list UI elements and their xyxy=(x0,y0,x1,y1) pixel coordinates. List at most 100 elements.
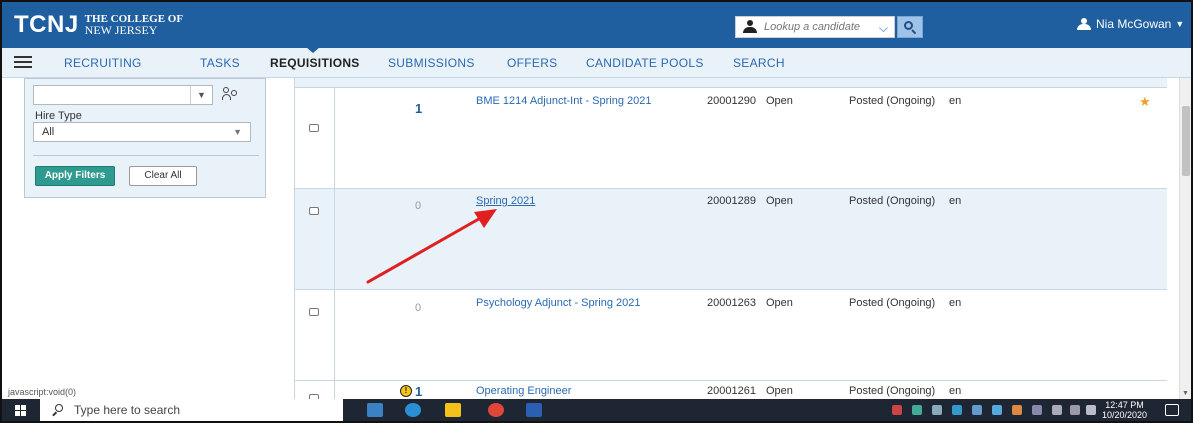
annotation-arrow xyxy=(366,209,497,284)
posting-status: Posted (Ongoing) xyxy=(849,195,936,207)
tab-offers[interactable]: OFFERS xyxy=(507,56,557,70)
language: en xyxy=(949,95,962,107)
recruiter-select[interactable]: ▼ xyxy=(33,85,213,105)
volume-icon[interactable] xyxy=(1086,405,1096,415)
windows-start-icon[interactable] xyxy=(15,405,26,416)
search-icon xyxy=(52,404,64,417)
tray-app-icon[interactable] xyxy=(972,405,982,415)
tab-candidate-pools[interactable]: CANDIDATE POOLS xyxy=(586,56,704,70)
tab-tasks[interactable]: TASKS xyxy=(200,56,240,70)
wifi-icon[interactable] xyxy=(1070,405,1080,415)
language: en xyxy=(949,297,962,309)
clock-time: 12:47 PM xyxy=(1105,400,1144,410)
top-header: TCNJ THE COLLEGE OF NEW JERSEY ⌵ Nia McG… xyxy=(2,2,1191,48)
tab-submissions[interactable]: SUBMISSIONS xyxy=(388,56,475,70)
scroll-down-arrow-icon[interactable]: ▼ xyxy=(1182,390,1189,397)
language: en xyxy=(949,385,962,397)
warning-icon: ! xyxy=(400,385,412,397)
file-explorer-icon[interactable] xyxy=(367,403,383,417)
requisition-id: 20001290 xyxy=(707,95,756,107)
search-button[interactable] xyxy=(897,16,923,38)
hire-type-select[interactable]: All ▼ xyxy=(33,122,251,142)
candidate-search-input[interactable] xyxy=(764,21,874,33)
posting-status: Posted (Ongoing) xyxy=(849,385,936,397)
posting-status: Posted (Ongoing) xyxy=(849,297,936,309)
user-menu[interactable]: Nia McGowan ▼ xyxy=(1077,17,1184,31)
table-header-band xyxy=(295,78,1167,88)
requisition-id: 20001261 xyxy=(707,385,756,397)
checkbox-cell xyxy=(295,88,335,188)
taskbar-search[interactable]: Type here to search xyxy=(40,399,343,421)
logo-main-text: TCNJ xyxy=(14,11,79,38)
requisition-status: Open xyxy=(766,195,793,207)
hire-type-value: All xyxy=(42,126,55,138)
tray-app-icon[interactable] xyxy=(992,405,1002,415)
active-tab-pointer xyxy=(306,47,320,53)
checkbox-cell xyxy=(295,290,335,380)
logo-sub-text: THE COLLEGE OF NEW JERSEY xyxy=(84,14,183,37)
tcnj-logo[interactable]: TCNJ THE COLLEGE OF NEW JERSEY xyxy=(14,10,183,40)
tray-app-icon[interactable] xyxy=(952,405,962,415)
caret-down-icon: ▼ xyxy=(1175,19,1185,29)
hamburger-menu-icon[interactable] xyxy=(14,56,32,68)
row-checkbox[interactable] xyxy=(309,308,319,316)
scrollbar-thumb[interactable] xyxy=(1182,106,1190,176)
notification-icon[interactable] xyxy=(1165,404,1179,416)
clock-date: 10/20/2020 xyxy=(1102,410,1148,420)
windows-taskbar: Type here to search 12:47 PM 10/20/2020 xyxy=(2,399,1191,421)
battery-icon[interactable] xyxy=(1052,405,1062,415)
sticky-notes-icon[interactable] xyxy=(445,403,461,417)
requisition-title-link[interactable]: Operating Engineer xyxy=(476,385,571,397)
table-row[interactable]: 1 BME 1214 Adjunct-Int - Spring 2021 200… xyxy=(295,88,1167,189)
status-bar-url: javascript:void(0) xyxy=(8,387,77,397)
requisition-title-link[interactable]: Psychology Adjunct - Spring 2021 xyxy=(476,297,641,309)
posting-status: Posted (Ongoing) xyxy=(849,95,936,107)
clear-all-button[interactable]: Clear All xyxy=(129,166,197,186)
row-checkbox[interactable] xyxy=(309,124,319,132)
tray-app-icon[interactable] xyxy=(932,405,942,415)
taskbar-clock[interactable]: 12:47 PM 10/20/2020 xyxy=(1102,400,1147,420)
chevron-down-icon: ▼ xyxy=(233,127,242,137)
table-row[interactable]: 0 Psychology Adjunct - Spring 2021 20001… xyxy=(295,290,1167,381)
tray-app-icon[interactable] xyxy=(1012,405,1022,415)
row-checkbox[interactable] xyxy=(309,207,319,215)
requisition-title-link[interactable]: BME 1214 Adjunct-Int - Spring 2021 xyxy=(476,95,652,107)
apply-filters-button[interactable]: Apply Filters xyxy=(35,166,115,186)
word-icon[interactable] xyxy=(526,403,542,417)
divider xyxy=(33,155,259,156)
user-name: Nia McGowan xyxy=(1096,17,1172,31)
requisition-id: 20001289 xyxy=(707,195,756,207)
tray-app-icon[interactable] xyxy=(1032,405,1042,415)
table-row[interactable]: ! 1 Operating Engineer 20001261 Open Pos… xyxy=(295,381,1167,399)
checkbox-cell xyxy=(295,381,335,399)
requisition-status: Open xyxy=(766,385,793,397)
app-window: TCNJ THE COLLEGE OF NEW JERSEY ⌵ Nia McG… xyxy=(0,0,1193,423)
requisition-id: 20001263 xyxy=(707,297,756,309)
requisition-status: Open xyxy=(766,297,793,309)
tab-search[interactable]: SEARCH xyxy=(733,56,785,70)
tray-app-icon[interactable] xyxy=(892,405,902,415)
submission-count[interactable]: 1 xyxy=(415,384,422,399)
person-search-icon[interactable] xyxy=(222,87,238,101)
star-icon[interactable]: ★ xyxy=(1139,94,1151,110)
vertical-scrollbar[interactable]: ▼ xyxy=(1179,78,1191,399)
logo-sub-line2: NEW JERSEY xyxy=(84,23,158,37)
filter-panel: ▼ Hire Type All ▼ Apply Filters Clear Al… xyxy=(24,78,266,198)
tab-recruiting[interactable]: RECRUITING xyxy=(64,56,142,70)
taskbar-search-placeholder: Type here to search xyxy=(74,403,181,417)
submission-count[interactable]: 1 xyxy=(415,101,422,116)
chevron-down-icon[interactable]: ▼ xyxy=(190,86,212,104)
chrome-icon[interactable] xyxy=(488,403,504,417)
hire-type-label: Hire Type xyxy=(35,110,82,122)
candidate-lookup[interactable]: ⌵ xyxy=(735,16,895,38)
person-icon xyxy=(742,20,760,34)
user-icon xyxy=(1077,18,1091,30)
edge-browser-icon[interactable] xyxy=(405,403,421,417)
submission-count[interactable]: 0 xyxy=(415,302,421,314)
main-nav: RECRUITING TASKS REQUISITIONS SUBMISSION… xyxy=(2,47,1191,78)
tab-requisitions[interactable]: REQUISITIONS xyxy=(270,56,360,70)
language: en xyxy=(949,195,962,207)
chevron-down-icon[interactable]: ⌵ xyxy=(879,21,888,36)
tray-app-icon[interactable] xyxy=(912,405,922,415)
checkbox-cell xyxy=(295,189,335,289)
